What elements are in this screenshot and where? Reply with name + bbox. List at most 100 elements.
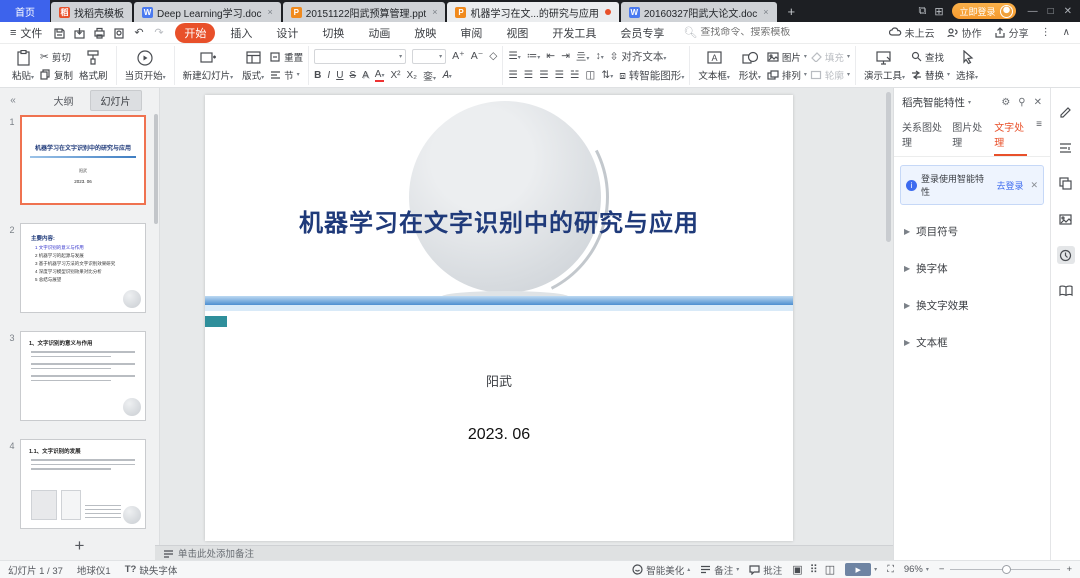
menu-home[interactable]: 开始 xyxy=(175,23,215,43)
comments-button[interactable]: 批注 xyxy=(749,563,782,577)
outline-button[interactable]: 轮廓▾ xyxy=(810,68,850,82)
canvas-scrollbar[interactable] xyxy=(886,92,891,242)
theme-name[interactable]: 地球仪1 xyxy=(77,563,111,577)
menu-animations[interactable]: 动画 xyxy=(359,23,399,43)
feature-text-box[interactable]: ▶文本框 xyxy=(894,324,1050,361)
arrange-button[interactable]: 排列▾ xyxy=(767,68,807,82)
normal-view-icon[interactable]: ▣ xyxy=(792,563,802,576)
new-slide-button[interactable]: 新建幻灯片▾ xyxy=(180,50,237,82)
dismiss-banner-icon[interactable]: ✕ xyxy=(1030,180,1038,191)
reset-slide-button[interactable]: 重置 xyxy=(270,50,303,64)
animation-pane-icon[interactable] xyxy=(1057,138,1075,156)
superscript-button[interactable]: X² xyxy=(390,70,400,81)
zoom-out-icon[interactable]: − xyxy=(939,564,945,575)
menu-insert[interactable]: 插入 xyxy=(221,23,261,43)
tab-docer-templates[interactable]: 稻 找稻壳模板 xyxy=(51,2,132,22)
fit-slide-icon[interactable]: ⛶ xyxy=(887,564,894,575)
char-spacing-icon[interactable]: 亖▾ xyxy=(576,49,590,64)
notes-bar[interactable]: 单击此处添加备注 xyxy=(155,545,893,560)
menu-view[interactable]: 视图 xyxy=(497,23,537,43)
zoom-in-icon[interactable]: + xyxy=(1066,564,1072,575)
cloud-status[interactable]: 未上云 xyxy=(889,25,935,40)
tab-current-presentation[interactable]: P 机器学习在文...的研究与应用 xyxy=(447,2,618,22)
fill-button[interactable]: 填充▾ xyxy=(810,50,850,64)
picture-button[interactable]: 图片▾ xyxy=(767,50,807,64)
columns-icon[interactable]: ◫ xyxy=(585,69,595,81)
align-right-icon[interactable]: ☰ xyxy=(539,69,548,81)
share-button[interactable]: 分享 xyxy=(994,25,1029,40)
zoom-level[interactable]: 96% ▾ xyxy=(904,564,929,575)
tab-budget-ppt[interactable]: P 20151122阳武预算管理.ppt × xyxy=(283,2,446,22)
panel-menu-icon[interactable]: ≡ xyxy=(1036,119,1042,156)
increase-indent-icon[interactable]: ⇥ xyxy=(561,50,570,62)
bullets-icon[interactable]: ☰▾ xyxy=(508,50,520,62)
print-preview-icon[interactable] xyxy=(112,26,125,39)
italic-button[interactable]: I xyxy=(327,70,330,81)
search-input[interactable] xyxy=(700,27,805,38)
para-spacing-icon[interactable]: ⇅▾ xyxy=(601,69,613,81)
slide-sorter-icon[interactable]: ⠿ xyxy=(810,563,818,576)
format-painter-button[interactable]: 格式刷 xyxy=(76,50,111,82)
slide-layout-button[interactable]: 版式▾ xyxy=(239,50,267,82)
distribute-icon[interactable]: ☱ xyxy=(570,69,579,81)
reference-book-icon[interactable] xyxy=(1057,282,1075,300)
smart-graphic-button[interactable]: ⧈ 转智能图形▾ xyxy=(619,68,684,83)
shapes-button[interactable]: 形状▾ xyxy=(736,50,764,82)
gear-icon[interactable]: ⚙ xyxy=(1001,97,1010,108)
properties-icon[interactable] xyxy=(1057,102,1075,120)
close-tab-icon[interactable]: × xyxy=(763,7,768,17)
selection-pane-icon[interactable] xyxy=(1057,174,1075,192)
reading-view-icon[interactable]: ◫ xyxy=(825,563,835,576)
more-options-icon[interactable]: ⋮ xyxy=(1041,27,1051,38)
menu-transitions[interactable]: 切换 xyxy=(313,23,353,43)
tab-list-icon[interactable]: ⊞ xyxy=(934,5,943,18)
smart-features-icon[interactable] xyxy=(1057,246,1075,264)
tab-outline[interactable]: 大纲 xyxy=(44,91,84,110)
export-icon[interactable] xyxy=(72,26,85,39)
font-color-button[interactable]: A▾ xyxy=(375,69,385,82)
notes-button[interactable]: 备注 ▾ xyxy=(700,563,739,577)
copy-button[interactable]: 复制 xyxy=(40,68,73,82)
missing-font-warning[interactable]: T? 缺失字体 xyxy=(125,563,178,577)
slide-thumbnail-4[interactable]: 1.1、文字识别的发展 xyxy=(20,439,146,529)
pin-icon[interactable]: ⚲ xyxy=(1018,97,1025,108)
menu-devtools[interactable]: 开发工具 xyxy=(543,23,605,43)
tab-text-processing[interactable]: 文字处理 xyxy=(994,119,1027,156)
presentation-tools-button[interactable]: 演示工具▾ xyxy=(861,50,908,82)
decrease-indent-icon[interactable]: ⇤ xyxy=(546,50,555,62)
slide-thumbnail-1[interactable]: 机器学习在文字识别中的研究与应用 阳武 2023. 06 xyxy=(20,115,146,205)
text-box-button[interactable]: A 文本框▾ xyxy=(695,50,733,82)
add-slide-button[interactable]: + xyxy=(0,536,159,556)
increase-font-icon[interactable]: A⁺ xyxy=(452,50,465,62)
smart-beautify-button[interactable]: 智能美化 ▴ xyxy=(632,563,690,577)
replace-button[interactable]: 替换▾ xyxy=(911,68,950,82)
command-search[interactable]: 🔍︎ xyxy=(683,26,805,39)
collapse-panel-icon[interactable]: « xyxy=(0,95,26,106)
slideshow-play-button[interactable]: ▶ xyxy=(845,563,871,576)
feature-change-font[interactable]: ▶换字体 xyxy=(894,250,1050,287)
align-text-button[interactable]: ⇳ 对齐文本▾ xyxy=(610,49,667,64)
save-icon[interactable] xyxy=(52,26,65,39)
paste-button[interactable]: 粘贴▾ xyxy=(9,50,37,82)
slide-date-text[interactable]: 2023. 06 xyxy=(205,426,793,444)
bold-button[interactable]: B xyxy=(314,70,321,81)
home-tab[interactable]: 首页 xyxy=(0,0,50,22)
zoom-slider-track[interactable] xyxy=(950,569,1060,570)
feature-bullets[interactable]: ▶项目符号 xyxy=(894,213,1050,250)
image-tools-icon[interactable] xyxy=(1057,210,1075,228)
new-tab-button[interactable]: + xyxy=(778,0,806,22)
play-from-current-button[interactable]: 当页开始▾ xyxy=(122,50,169,82)
strikethrough-button[interactable]: S xyxy=(349,70,356,81)
highlight-button[interactable]: 銮▾ xyxy=(423,68,436,83)
align-center-icon[interactable]: ☰ xyxy=(524,69,533,81)
decrease-font-icon[interactable]: A⁻ xyxy=(471,50,484,62)
go-login-link[interactable]: 去登录 xyxy=(996,179,1023,192)
zoom-slider-knob[interactable] xyxy=(1002,565,1011,574)
select-button[interactable]: 选择▾ xyxy=(953,50,981,82)
minimize-icon[interactable]: — xyxy=(1028,6,1038,17)
panel-scrollbar[interactable] xyxy=(154,114,158,224)
close-panel-icon[interactable]: ✕ xyxy=(1034,97,1042,108)
tab-diagram-processing[interactable]: 关系图处理 xyxy=(902,119,943,156)
login-button[interactable]: 立即登录 xyxy=(952,3,1016,19)
collaborate-button[interactable]: 协作 xyxy=(947,25,982,40)
